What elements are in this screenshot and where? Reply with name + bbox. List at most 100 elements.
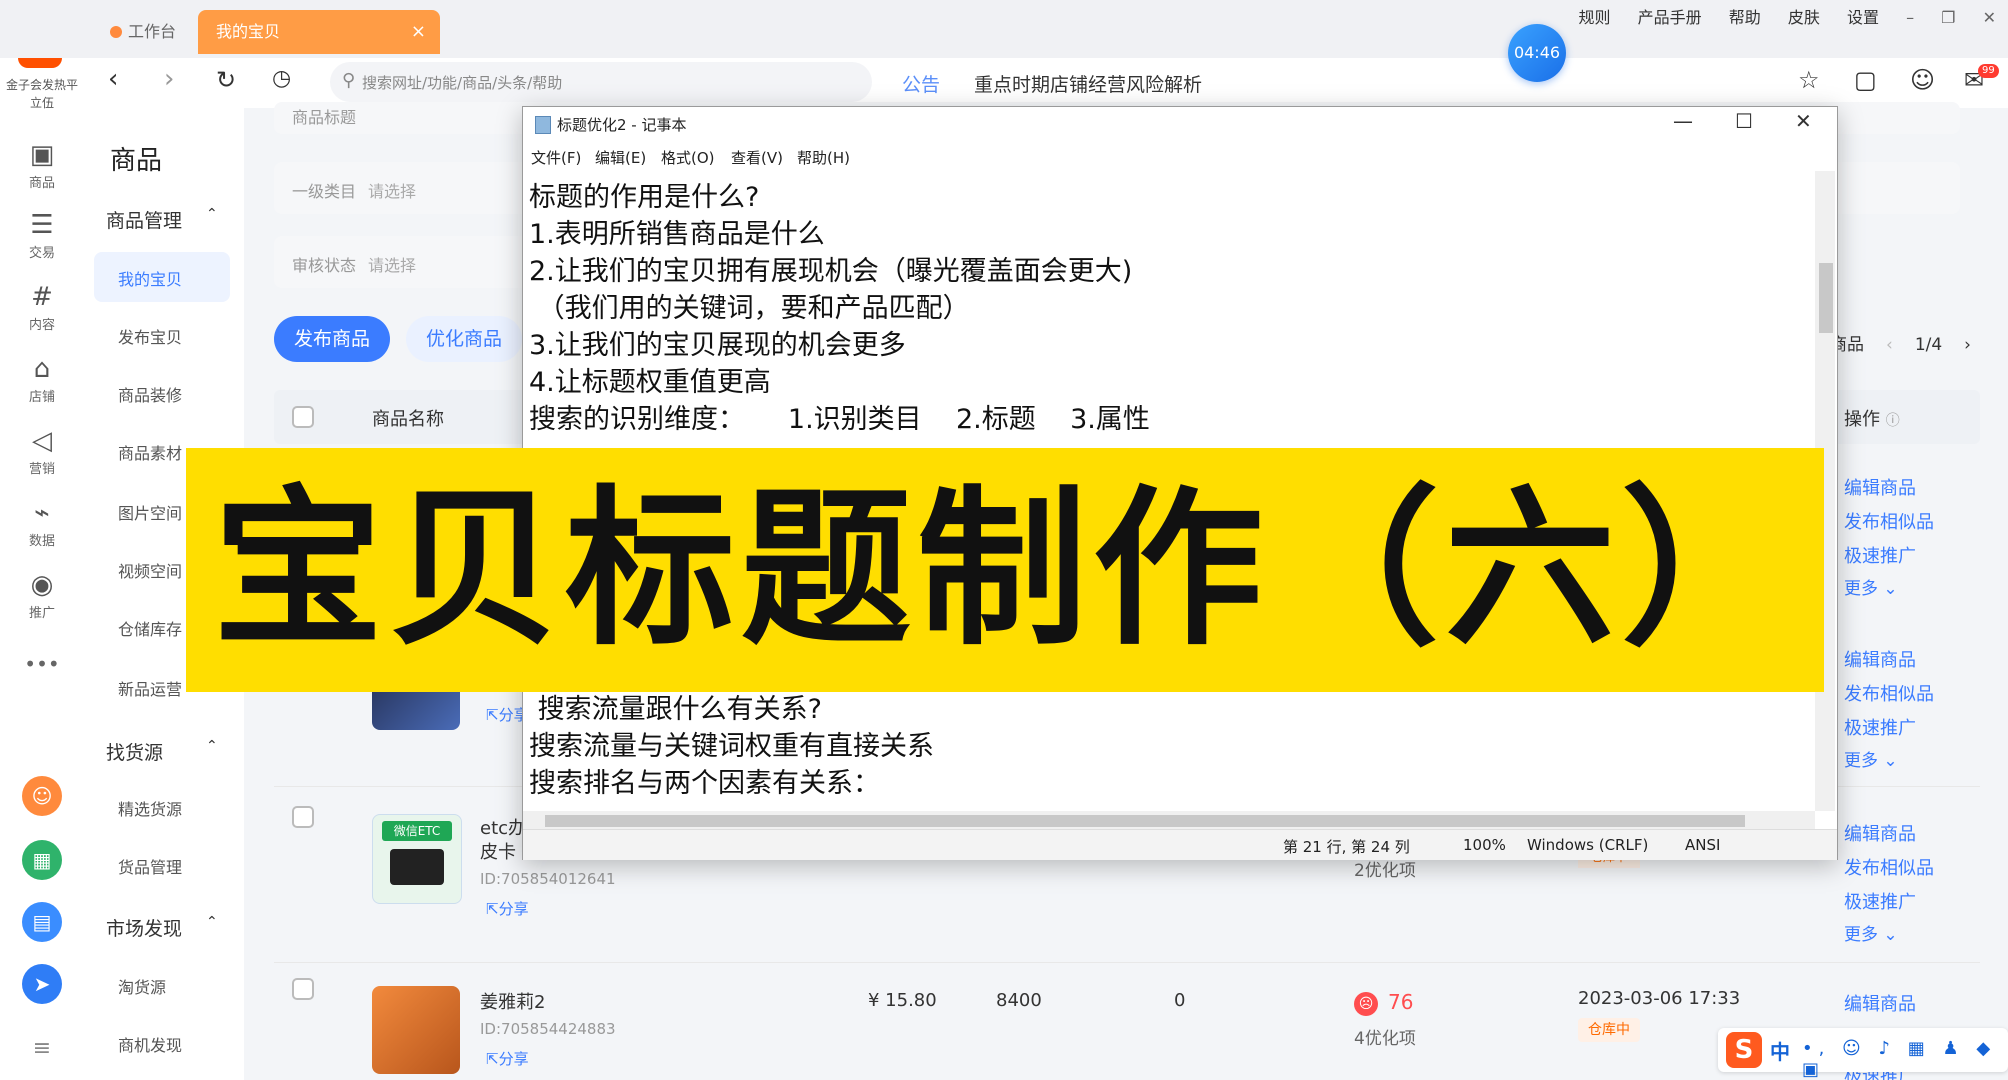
product-name[interactable]: 姜雅莉2 [480,988,545,1014]
link-skin[interactable]: 皮肤 [1788,8,1820,27]
close-icon[interactable]: ✕ [1983,8,1996,27]
help-icon[interactable]: ⓘ [1886,413,1900,429]
calendar-app-icon[interactable]: ▦ [22,840,62,880]
publish-similar-link[interactable]: 发布相似品 [1844,680,1934,706]
menu-edit[interactable]: 编辑(E) [595,147,646,168]
share-app-icon[interactable]: ➤ [22,964,62,1004]
maximize-icon[interactable]: ☐ [1735,109,1753,133]
sub-item-material[interactable]: 商品素材 [118,440,182,464]
next-page-icon[interactable]: › [1964,335,1971,355]
sub-item-tao-source[interactable]: 淘货源 [118,974,166,998]
optimize-count[interactable]: 4优化项 [1354,1024,1416,1049]
horizontal-scroll-thumb[interactable] [545,815,1745,827]
share-link[interactable]: ⇱分享 [486,1048,529,1069]
more-link[interactable]: 更多 ⌄ [1844,574,1898,599]
close-icon[interactable]: ✕ [1795,109,1812,133]
group-sourcing[interactable]: 找货源 ⌃ [106,738,218,765]
sub-item-video-space[interactable]: 视频空间 [118,558,182,582]
star-icon[interactable]: ☆ [1798,66,1820,94]
ime-tool-icons[interactable]: •, ☺ ♪ ▦ ♟ ◆ ▣ [1802,1038,2008,1080]
menu-view[interactable]: 查看(V) [731,147,783,168]
mascot-icon[interactable]: ☺ [22,776,62,816]
search-input[interactable]: ⚲ 搜索网址/功能/商品/头条/帮助 [330,62,872,102]
menu-format[interactable]: 格式(O) [661,147,715,168]
publish-product-button[interactable]: 发布商品 [274,316,390,362]
group-market[interactable]: 市场发现 ⌃ [106,914,218,941]
select-all-checkbox[interactable] [292,406,314,428]
sub-item-goods-manage[interactable]: 货品管理 [118,854,182,878]
tab-my-baby[interactable]: 我的宝贝 × [198,10,440,54]
prev-page-icon[interactable]: ‹ [1886,335,1893,355]
recording-timer[interactable]: 04:46 [1508,24,1566,82]
link-settings[interactable]: 设置 [1847,8,1879,27]
link-manual[interactable]: 产品手册 [1638,8,1702,27]
more-link[interactable]: 更多 ⌄ [1844,746,1898,771]
row-checkbox[interactable] [292,978,314,1000]
tab-workbench[interactable]: 工作台 [92,10,192,54]
filter-key: 审核状态 [292,256,357,275]
quick-promote-link[interactable]: 极速推广 [1844,714,1916,740]
sub-item-image-space[interactable]: 图片空间 [118,500,182,524]
more-link[interactable]: 更多 ⌄ [1844,920,1898,945]
product-thumbnail[interactable] [372,986,460,1074]
close-tab-icon[interactable]: × [411,10,426,54]
doc-app-icon[interactable]: ▤ [22,902,62,942]
sogou-logo[interactable]: S [1726,1032,1762,1068]
rail-item-content[interactable]: # 内容 [0,282,84,333]
link-rules[interactable]: 规则 [1579,8,1611,27]
row-checkbox[interactable] [292,806,314,828]
edit-product-link[interactable]: 编辑商品 [1844,820,1916,846]
menu-icon[interactable]: ≡ [0,1036,84,1061]
edit-product-link[interactable]: 编辑商品 [1844,646,1916,672]
product-name[interactable]: etc办 [480,814,526,840]
history-icon[interactable]: ◷ [272,66,291,91]
menu-help[interactable]: 帮助(H) [797,147,850,168]
refresh-icon[interactable]: ↻ [216,66,236,94]
publish-similar-link[interactable]: 发布相似品 [1844,854,1934,880]
sub-item-inventory[interactable]: 仓储库存 [118,616,182,640]
rail-label: 营销 [28,462,55,477]
notepad-title-bar[interactable]: 标题优化2 - 记事本 — ☐ ✕ [523,107,1837,141]
edit-product-link[interactable]: 编辑商品 [1844,474,1916,500]
promote-icon: ◉ [30,570,54,600]
quick-promote-link[interactable]: 极速推广 [1844,888,1916,914]
notice-label[interactable]: 公告 [902,70,940,97]
rail-more[interactable]: ••• [0,652,84,676]
filter-audit[interactable]: 审核状态 请选择 [274,236,534,288]
rail-item-data[interactable]: ⌁ 数据 [0,498,84,549]
sub-item-opportunity[interactable]: 商机发现 [118,1032,182,1056]
publish-similar-link[interactable]: 发布相似品 [1844,508,1934,534]
rail-item-promote[interactable]: ◉ 推广 [0,570,84,621]
ime-toolbar[interactable]: S 中 •, ☺ ♪ ▦ ♟ ◆ ▣ [1718,1028,2008,1080]
ime-mode[interactable]: 中 [1770,1036,1790,1065]
group-product-manage[interactable]: 商品管理 ⌃ [106,206,218,233]
update-time: 2023-03-06 17:33 [1578,988,1741,1009]
back-icon[interactable]: ‹ [108,64,118,94]
minimize-icon[interactable]: — [1673,109,1693,133]
optimize-product-button[interactable]: 优化商品 [406,316,522,362]
edit-product-link[interactable]: 编辑商品 [1844,990,1916,1016]
sub-item-decorate[interactable]: 商品装修 [118,382,182,406]
rail-item-marketing[interactable]: ◁ 营销 [0,426,84,477]
restore-icon[interactable]: ❐ [1941,8,1955,27]
forward-icon[interactable]: › [164,64,174,94]
share-link[interactable]: ⇱分享 [486,898,529,919]
vertical-scroll-thumb[interactable] [1819,263,1833,333]
menu-file[interactable]: 文件(F) [531,147,581,168]
notice-text[interactable]: 重点时期店铺经营风险解析 [974,70,1202,97]
folder-icon[interactable]: ▢ [1854,66,1877,94]
minimize-icon[interactable]: – [1906,8,1914,27]
rail-item-product[interactable]: ▣ 商品 [0,140,84,191]
home-dot-icon [110,26,122,38]
link-help[interactable]: 帮助 [1729,8,1761,27]
sub-item-my-baby[interactable]: 我的宝贝 [118,266,182,290]
sub-item-selected-source[interactable]: 精选货源 [118,796,182,820]
service-icon[interactable]: ☺ [1910,66,1935,94]
sub-item-publish[interactable]: 发布宝贝 [118,324,182,348]
sub-item-new-product[interactable]: 新品运营 [118,676,182,700]
rail-item-trade[interactable]: ☰ 交易 [0,210,84,261]
product-thumbnail[interactable]: 微信ETC [372,814,462,904]
rail-item-store[interactable]: ⌂ 店铺 [0,354,84,405]
quick-promote-link[interactable]: 极速推广 [1844,542,1916,568]
text-line: 搜索流量跟什么有关系? [529,694,822,725]
